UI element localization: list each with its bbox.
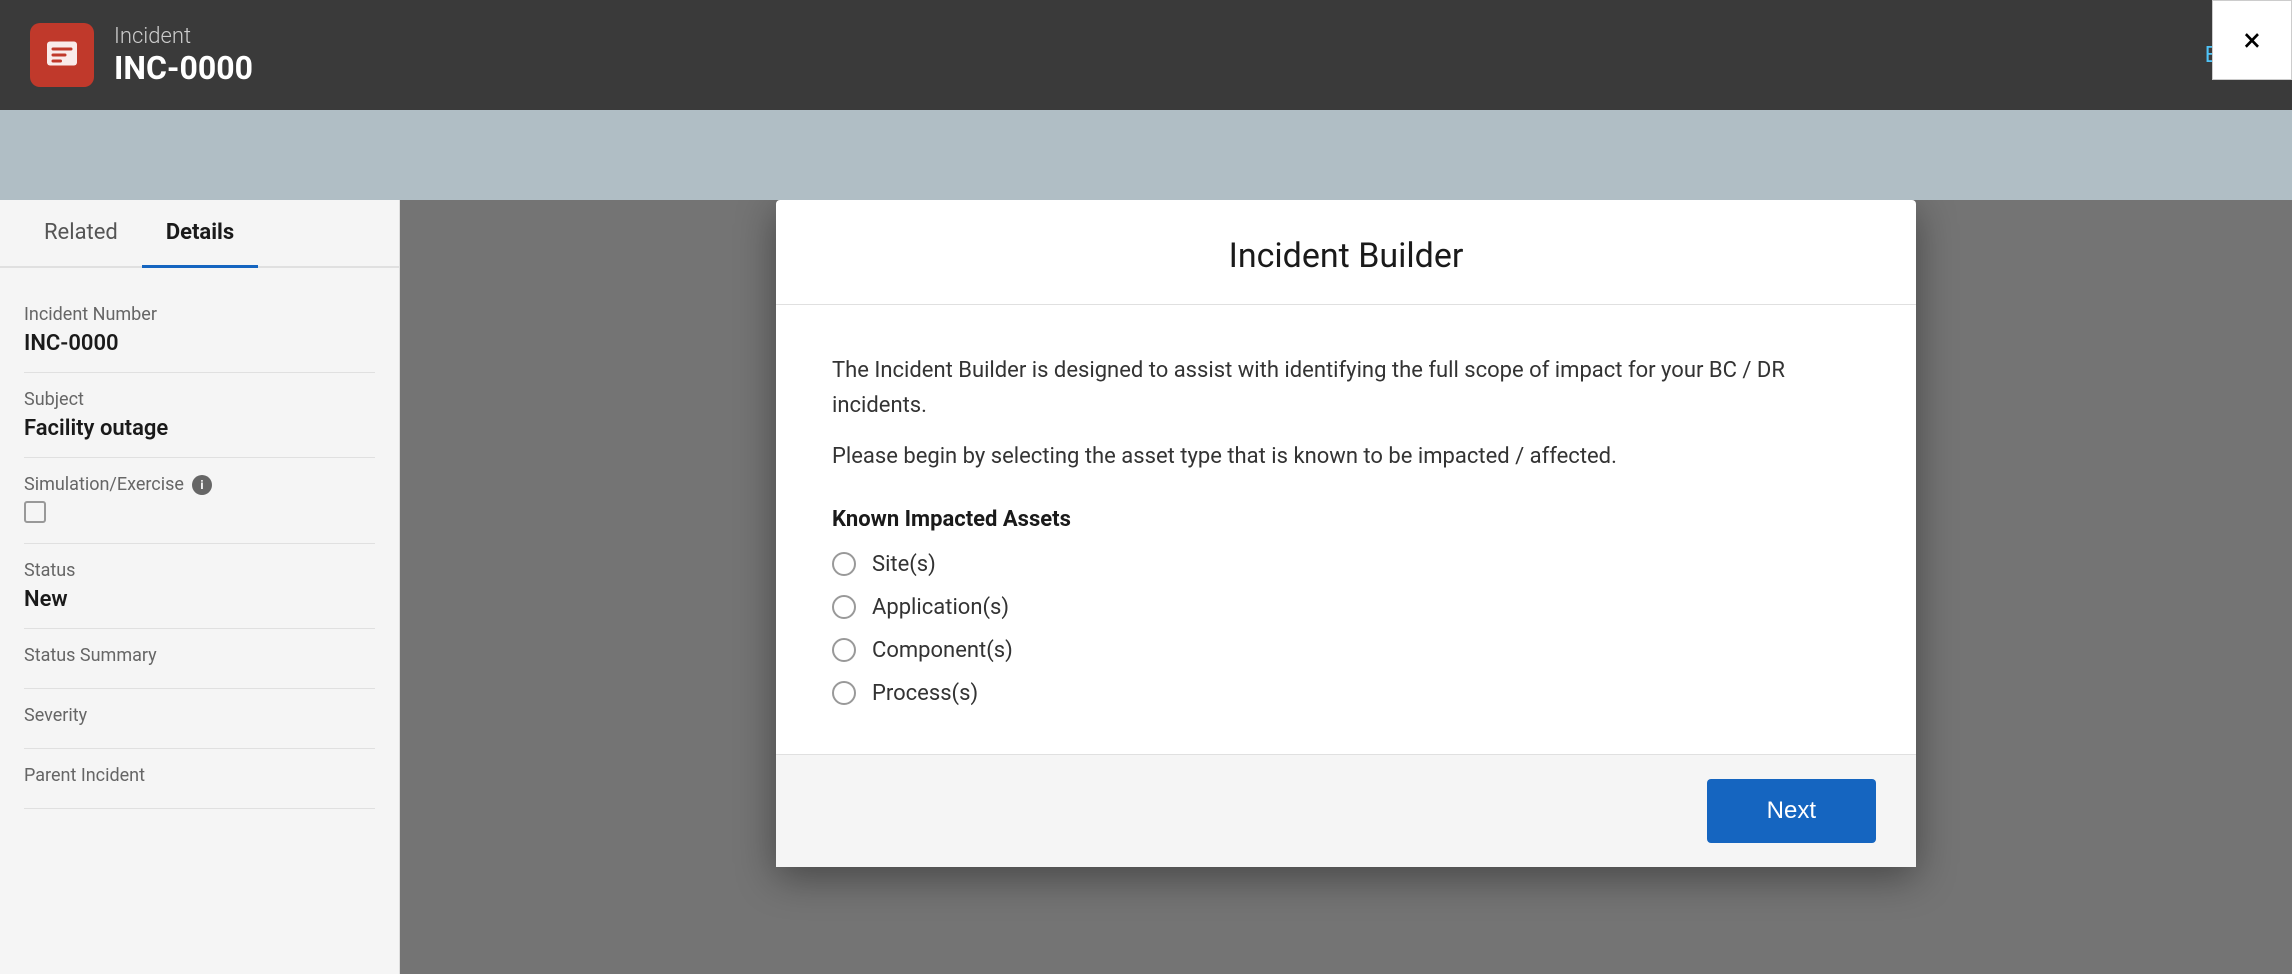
incident-icon	[30, 23, 94, 87]
radio-processes[interactable]: Process(s)	[832, 681, 1860, 706]
radio-label-sites: Site(s)	[872, 552, 936, 577]
field-parent-incident: Parent Incident	[24, 749, 375, 809]
field-status-summary: Status Summary	[24, 629, 375, 689]
tabs: Related Details	[0, 200, 399, 268]
next-button[interactable]: Next	[1707, 779, 1876, 843]
modal-title: Incident Builder	[816, 236, 1876, 276]
radio-components[interactable]: Component(s)	[832, 638, 1860, 663]
incident-builder-modal: Incident Builder The Incident Builder is…	[776, 200, 1916, 867]
modal-description-2: Please begin by selecting the asset type…	[832, 439, 1860, 474]
modal-header: Incident Builder	[776, 200, 1916, 305]
right-panel: Incident Builder The Incident Builder is…	[400, 200, 2292, 974]
radio-sites[interactable]: Site(s)	[832, 552, 1860, 577]
status-label: Status	[24, 560, 375, 581]
simulation-checkbox[interactable]	[24, 501, 46, 523]
subject-value: Facility outage	[24, 416, 375, 441]
modal-description-1: The Incident Builder is designed to assi…	[832, 353, 1860, 423]
app-header: Incident INC-0000 Edit ×	[0, 0, 2292, 110]
field-status: Status New	[24, 544, 375, 629]
header-title: Incident INC-0000	[114, 24, 253, 87]
tab-details[interactable]: Details	[142, 200, 258, 268]
radio-label-components: Component(s)	[872, 638, 1013, 663]
radio-circle-applications	[832, 595, 856, 619]
subject-label: Subject	[24, 389, 375, 410]
info-icon: i	[192, 475, 212, 495]
radio-group: Site(s) Application(s) Component(s)	[832, 552, 1860, 706]
incident-number-value: INC-0000	[24, 331, 375, 356]
severity-label: Severity	[24, 705, 375, 726]
field-severity: Severity	[24, 689, 375, 749]
radio-circle-sites	[832, 552, 856, 576]
close-button[interactable]: ×	[2212, 0, 2292, 80]
radio-label-processes: Process(s)	[872, 681, 978, 706]
status-value: New	[24, 587, 375, 612]
nav-bar	[0, 110, 2292, 200]
tab-related[interactable]: Related	[20, 200, 142, 268]
incident-number-header: INC-0000	[114, 49, 253, 87]
sidebar: Related Details Incident Number INC-0000…	[0, 200, 400, 974]
radio-circle-processes	[832, 681, 856, 705]
simulation-label: Simulation/Exercise i	[24, 474, 375, 495]
known-impacted-label: Known Impacted Assets	[832, 507, 1860, 532]
modal-footer: Next	[776, 754, 1916, 867]
field-incident-number: Incident Number INC-0000	[24, 288, 375, 373]
status-summary-label: Status Summary	[24, 645, 375, 666]
radio-circle-components	[832, 638, 856, 662]
parent-incident-label: Parent Incident	[24, 765, 375, 786]
incident-number-label: Incident Number	[24, 304, 375, 325]
radio-label-applications: Application(s)	[872, 595, 1009, 620]
main-content: Related Details Incident Number INC-0000…	[0, 200, 2292, 974]
field-subject: Subject Facility outage	[24, 373, 375, 458]
modal-overlay: Incident Builder The Incident Builder is…	[400, 200, 2292, 974]
radio-applications[interactable]: Application(s)	[832, 595, 1860, 620]
field-simulation: Simulation/Exercise i	[24, 458, 375, 544]
modal-body: The Incident Builder is designed to assi…	[776, 305, 1916, 754]
incident-label: Incident	[114, 24, 253, 49]
form-section: Incident Number INC-0000 Subject Facilit…	[0, 268, 399, 829]
incident-svg-icon	[44, 37, 80, 73]
